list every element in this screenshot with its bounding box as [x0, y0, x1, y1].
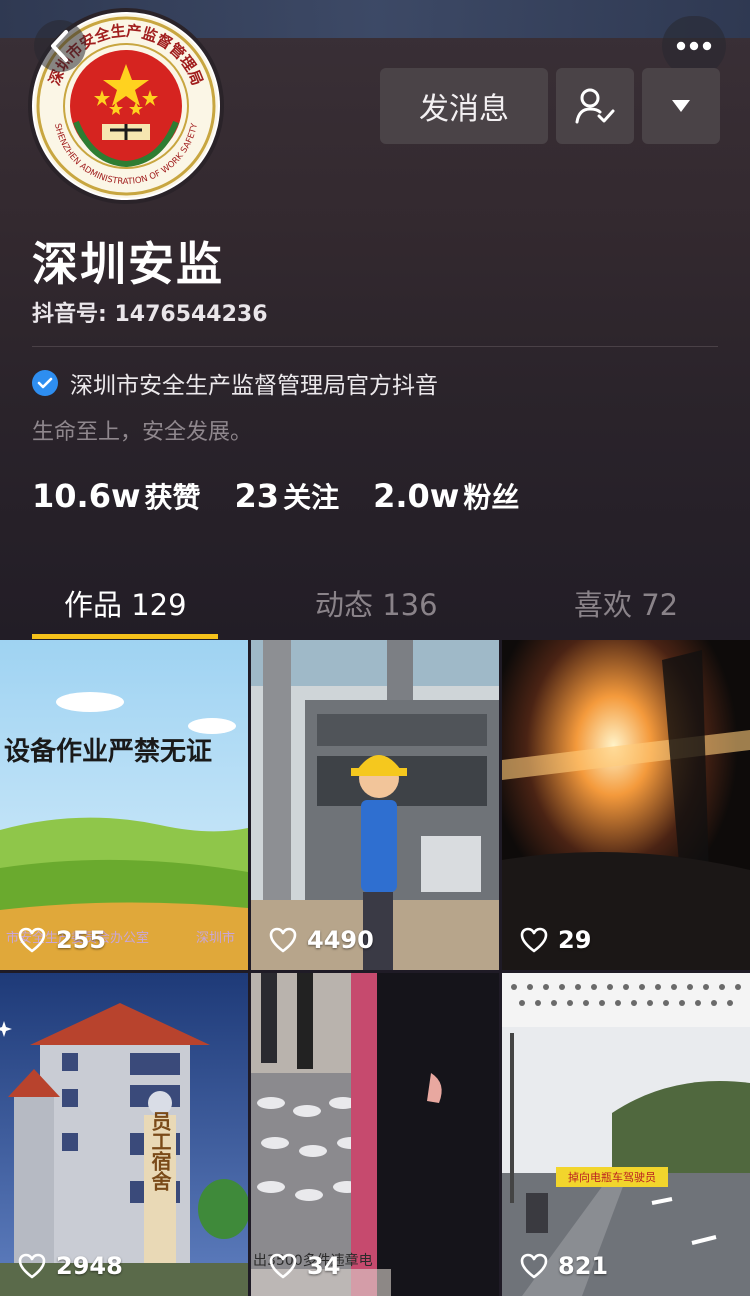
stat-label: 获赞 — [144, 481, 201, 514]
like-count-value: 2948 — [56, 1252, 123, 1280]
stat-number: 10.6w — [32, 477, 141, 515]
divider — [32, 346, 718, 347]
like-count-value: 255 — [56, 926, 107, 954]
stat-label: 关注 — [283, 481, 340, 514]
like-count: 255 — [18, 926, 106, 954]
video-thumbnail[interactable]: 出3500多件违章电 34 — [251, 973, 499, 1296]
stat-label: 粉丝 — [463, 481, 520, 514]
video-cover-image: 设备作业严禁无证 市安全生产委员会办公室 深圳市 — [0, 640, 248, 970]
like-count: 34 — [269, 1252, 340, 1280]
like-count-value: 29 — [558, 926, 592, 954]
chevron-left-icon — [51, 30, 68, 62]
video-thumbnail[interactable]: 员工宿舍 2948 — [0, 973, 248, 1296]
tab-active-indicator — [32, 634, 218, 639]
stat-number: 2.0w — [373, 477, 460, 515]
bio: 生命至上，安全发展。 — [32, 420, 253, 445]
like-count: 4490 — [269, 926, 374, 954]
like-count-value: 34 — [307, 1252, 341, 1280]
more-dots-icon — [676, 41, 712, 51]
video-caption: 设备作业严禁无证 — [4, 737, 212, 767]
heart-icon — [18, 927, 46, 953]
like-count: 2948 — [18, 1252, 123, 1280]
tab-likes[interactable]: 喜欢 72 — [574, 582, 678, 624]
like-count: 821 — [520, 1252, 608, 1280]
video-thumbnail[interactable]: 4490 — [251, 640, 499, 970]
user-check-icon — [575, 88, 615, 124]
back-button[interactable] — [34, 20, 86, 72]
tab-moments[interactable]: 动态 136 — [315, 582, 438, 624]
video-cover-image: 掉向电瓶车驾驶员 — [502, 973, 750, 1296]
verified-row: 深圳市安全生产监督管理局官方抖音 — [32, 366, 438, 400]
video-caption: 员工宿舍 — [148, 1111, 172, 1191]
triangle-down-icon — [672, 100, 690, 112]
video-thumbnail[interactable]: 设备作业严禁无证 市安全生产委员会办公室 深圳市 255 — [0, 640, 248, 970]
heart-icon — [269, 1253, 297, 1279]
heart-icon — [18, 1253, 46, 1279]
heart-icon — [269, 927, 297, 953]
video-grid: 设备作业严禁无证 市安全生产委员会办公室 深圳市 255 4490 29 员工宿… — [0, 640, 750, 1296]
verified-check-icon — [32, 370, 58, 396]
heart-icon — [520, 1253, 548, 1279]
stat-number: 23 — [234, 477, 280, 515]
video-cover-image: 员工宿舍 — [0, 973, 248, 1296]
video-thumbnail[interactable]: 掉向电瓶车驾驶员 821 — [502, 973, 750, 1296]
stat-likes[interactable]: 10.6w 获赞 — [32, 476, 201, 516]
more-options-button[interactable] — [662, 16, 726, 76]
followed-button[interactable] — [556, 68, 634, 144]
like-count: 29 — [520, 926, 591, 954]
profile-name: 深圳安监 — [32, 237, 224, 291]
video-cover-image: 出3500多件违章电 — [251, 973, 499, 1296]
like-count-value: 821 — [558, 1252, 609, 1280]
video-thumbnail[interactable]: 29 — [502, 640, 750, 970]
like-count-value: 4490 — [307, 926, 374, 954]
stat-followers[interactable]: 2.0w 粉丝 — [373, 476, 519, 516]
stats-row: 10.6w 获赞 23 关注 2.0w 粉丝 — [32, 476, 553, 516]
video-footer-text: 深圳市 — [196, 930, 235, 946]
recommend-dropdown-button[interactable] — [642, 68, 720, 144]
heart-icon — [520, 927, 548, 953]
douyin-id[interactable]: 抖音号: 1476544236 — [32, 296, 268, 328]
video-cover-image — [251, 640, 499, 970]
send-message-button[interactable]: 发消息 — [380, 68, 548, 144]
verified-label: 深圳市安全生产监督管理局官方抖音 — [70, 373, 438, 399]
video-caption: 掉向电瓶车驾驶员 — [568, 1170, 656, 1184]
tab-works[interactable]: 作品 129 — [64, 582, 187, 624]
stat-following[interactable]: 23 关注 — [235, 476, 340, 516]
video-cover-image — [502, 640, 750, 970]
content-tabs: 作品 129 动态 136 喜欢 72 — [0, 560, 750, 640]
